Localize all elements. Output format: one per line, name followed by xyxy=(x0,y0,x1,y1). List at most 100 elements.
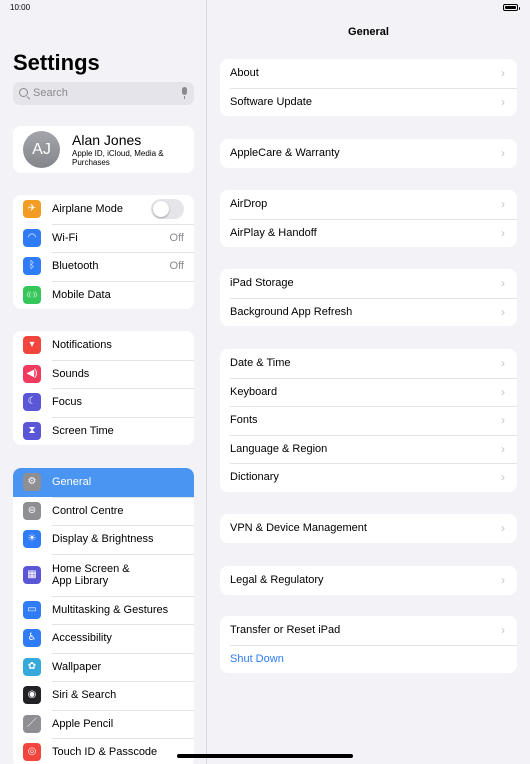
bluetooth-icon: ᛒ xyxy=(23,257,41,276)
sidebar-item-label: Display & Brightness xyxy=(52,533,154,546)
setting-label: AirDrop xyxy=(230,198,268,210)
sidebar: Settings Search AJ Alan Jones Apple ID, … xyxy=(0,0,207,764)
chevron-right-icon: › xyxy=(501,304,505,319)
sidebar-item-general[interactable]: ⚙ General xyxy=(13,468,194,497)
home-indicator[interactable] xyxy=(177,754,353,758)
notifications-group: ▾ Notifications ◀) Sounds ☾ Focus ⧗ Screen Time xyxy=(13,331,194,445)
sidebar-item-label: Bluetooth xyxy=(52,260,99,273)
setting-airplay-and-handoff[interactable]: AirPlay & Handoff › xyxy=(220,218,517,248)
accessibility-icon: ♿ xyxy=(23,629,41,648)
sidebar-item-screen-time[interactable]: ⧗ Screen Time xyxy=(13,416,194,446)
sidebar-item-label: Mobile Data xyxy=(52,288,111,301)
sidebar-item-label: Siri & Search xyxy=(52,689,117,702)
sidebar-item-label: Airplane Mode xyxy=(52,203,123,216)
sidebar-item-apple-pencil[interactable]: ／ Apple Pencil xyxy=(13,709,194,739)
chevron-right-icon: › xyxy=(501,573,505,587)
sidebar-item-display-and-brightness[interactable]: ☀ Display & Brightness xyxy=(13,525,194,554)
general-pane: General About › Software Update › AppleCare … xyxy=(207,0,530,764)
search-placeholder: Search xyxy=(33,87,68,99)
sidebar-item-label: General xyxy=(52,476,92,489)
setting-applecare-and-warranty[interactable]: AppleCare & Warranty › xyxy=(220,139,517,168)
settings-group: About › Software Update › xyxy=(220,59,517,116)
setting-ipad-storage[interactable]: iPad Storage › xyxy=(220,269,517,298)
sidebar-item-label: Multitasking & Gestures xyxy=(52,603,169,616)
connectivity-group: ✈ Airplane Mode ◠ Wi-Fi Off ᛒ Bluetooth Off ((·)… xyxy=(13,195,194,309)
chevron-right-icon: › xyxy=(501,197,505,211)
setting-legal-and-regulatory[interactable]: Legal & Regulatory › xyxy=(220,566,517,595)
chevron-right-icon: › xyxy=(501,276,505,290)
sidebar-item-label: Notifications xyxy=(52,339,112,352)
microphone-icon[interactable] xyxy=(182,87,187,99)
setting-label: iPad Storage xyxy=(230,277,294,289)
sidebar-item-bluetooth[interactable]: ᛒ Bluetooth Off xyxy=(13,252,194,281)
search-icon xyxy=(19,88,28,97)
flower-icon: ✿ xyxy=(23,657,41,676)
siri-icon: ◉ xyxy=(23,686,41,705)
sun-icon: ☀ xyxy=(23,530,41,549)
settings-group: AirDrop › AirPlay & Handoff › xyxy=(220,190,517,247)
sidebar-item-label: Wallpaper xyxy=(52,660,102,673)
setting-label: Transfer or Reset iPad xyxy=(230,624,341,636)
setting-software-update[interactable]: Software Update › xyxy=(220,87,517,117)
search-input[interactable]: Search xyxy=(13,82,194,105)
chevron-right-icon: › xyxy=(501,384,505,399)
wifi-icon: ◠ xyxy=(23,228,41,247)
setting-label: AppleCare & Warranty xyxy=(230,147,340,159)
setting-vpn-and-device-management[interactable]: VPN & Device Management › xyxy=(220,514,517,543)
settings-group: iPad Storage › Background App Refresh › xyxy=(220,269,517,326)
sidebar-item-label: Accessibility xyxy=(52,632,112,645)
system-group: ⚙ General ⊜ Control Centre ☀ Display & Bright… xyxy=(13,468,194,764)
pencil-icon: ／ xyxy=(23,714,41,733)
fingerprint-icon: ◎ xyxy=(23,743,41,762)
setting-label: About xyxy=(230,67,259,79)
setting-background-app-refresh[interactable]: Background App Refresh › xyxy=(220,297,517,327)
setting-fonts[interactable]: Fonts › xyxy=(220,406,517,435)
settings-group: Transfer or Reset iPad › Shut Down xyxy=(220,616,517,673)
setting-transfer-or-reset-ipad[interactable]: Transfer or Reset iPad › xyxy=(220,616,517,645)
setting-label: Dictionary xyxy=(230,471,279,483)
sidebar-item-label: Sounds xyxy=(52,367,90,380)
sidebar-item-label: Touch ID & Passcode xyxy=(52,746,158,759)
airplane-mode-toggle[interactable] xyxy=(151,199,184,220)
sidebar-item-home-screen-and-app-library[interactable]: ▦ Home Screen & App Library xyxy=(13,553,194,596)
sidebar-item-accessibility[interactable]: ♿ Accessibility xyxy=(13,624,194,653)
setting-dictionary[interactable]: Dictionary › xyxy=(220,463,517,492)
sidebar-item-control-centre[interactable]: ⊜ Control Centre xyxy=(13,496,194,526)
sidebar-item-multitasking-and-gestures[interactable]: ▭ Multitasking & Gestures xyxy=(13,595,194,625)
chevron-right-icon: › xyxy=(501,66,505,80)
chevron-right-icon: › xyxy=(501,146,505,160)
chevron-right-icon: › xyxy=(501,225,505,240)
setting-keyboard[interactable]: Keyboard › xyxy=(220,377,517,407)
general-title: General xyxy=(348,26,389,38)
setting-about[interactable]: About › xyxy=(220,59,517,88)
sidebar-item-touch-id-and-passcode[interactable]: ◎ Touch ID & Passcode xyxy=(13,738,194,764)
airplane-icon: ✈ xyxy=(23,200,41,219)
setting-label: Software Update xyxy=(230,95,312,108)
sidebar-item-label: Wi-Fi xyxy=(52,231,78,244)
setting-date-and-time[interactable]: Date & Time › xyxy=(220,349,517,378)
page-title: Settings xyxy=(13,50,100,75)
sidebar-item-notifications[interactable]: ▾ Notifications xyxy=(13,331,194,360)
sidebar-item-sounds[interactable]: ◀) Sounds xyxy=(13,359,194,389)
setting-label: VPN & Device Management xyxy=(230,522,367,534)
moon-icon: ☾ xyxy=(23,393,41,412)
sidebar-item-wi-fi[interactable]: ◠ Wi-Fi Off xyxy=(13,223,194,253)
setting-label: Keyboard xyxy=(230,385,278,398)
apple-id-profile[interactable]: AJ Alan Jones Apple ID, iCloud, Media & … xyxy=(13,126,194,173)
sidebar-item-focus[interactable]: ☾ Focus xyxy=(13,388,194,417)
sidebar-item-mobile-data[interactable]: ((·)) Mobile Data xyxy=(13,280,194,310)
sidebar-item-wallpaper[interactable]: ✿ Wallpaper xyxy=(13,652,194,682)
gear-icon: ⚙ xyxy=(23,473,41,492)
sidebar-item-airplane-mode[interactable]: ✈ Airplane Mode xyxy=(13,195,194,224)
setting-language-and-region[interactable]: Language & Region › xyxy=(220,434,517,464)
avatar: AJ xyxy=(23,131,60,168)
status-value: Off xyxy=(169,231,184,244)
setting-label: Language & Region xyxy=(230,442,328,455)
profile-subtitle: Apple ID, iCloud, Media & Purchases xyxy=(72,149,164,167)
status-value: Off xyxy=(169,260,184,273)
chevron-right-icon: › xyxy=(501,413,505,427)
setting-airdrop[interactable]: AirDrop › xyxy=(220,190,517,219)
sidebar-item-siri-and-search[interactable]: ◉ Siri & Search xyxy=(13,681,194,710)
setting-shut-down[interactable]: Shut Down xyxy=(220,644,517,674)
chevron-right-icon: › xyxy=(501,470,505,484)
